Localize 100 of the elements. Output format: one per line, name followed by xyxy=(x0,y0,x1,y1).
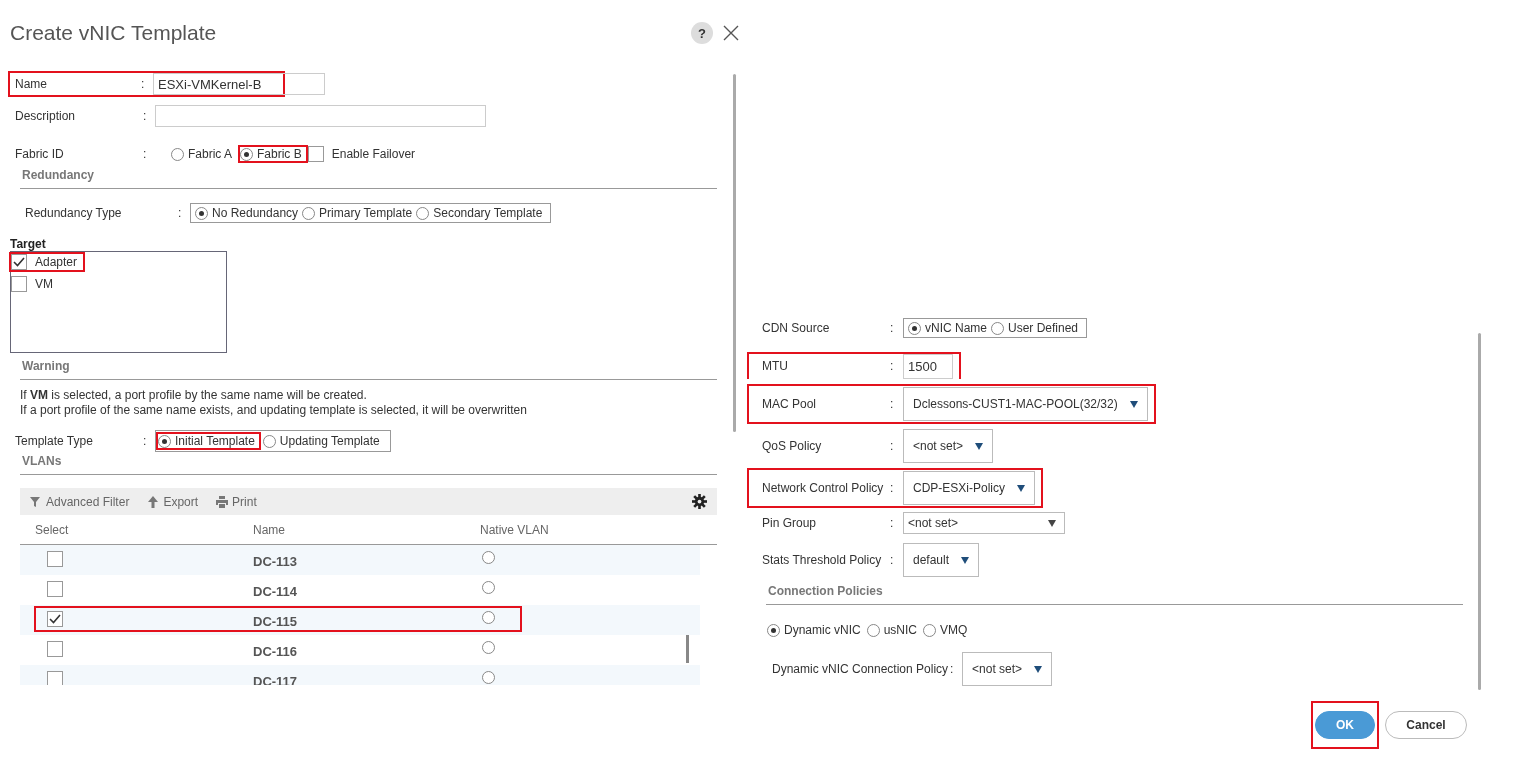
radio-button[interactable] xyxy=(991,321,1004,335)
field-label: MAC Pool xyxy=(761,397,818,411)
filter-icon xyxy=(30,495,42,508)
radio-button[interactable] xyxy=(767,623,780,637)
radio-button[interactable] xyxy=(482,611,495,624)
field-label: CDN Source xyxy=(761,321,831,335)
radio-button[interactable] xyxy=(171,147,184,161)
radio-label[interactable]: Fabric A xyxy=(188,147,232,161)
colon: : xyxy=(143,434,148,448)
scrollbar[interactable] xyxy=(733,74,736,432)
dropdown[interactable]: <not set> xyxy=(962,652,1053,686)
radio-button[interactable] xyxy=(482,641,495,654)
dropdown[interactable]: <not set> xyxy=(903,429,994,463)
radio-label[interactable]: No Redundancy xyxy=(212,206,299,220)
table-cell-text: DC-117 xyxy=(253,672,299,685)
dropdown[interactable]: Dclessons-CUST1-MAC-POOL(32/32) xyxy=(903,387,1148,421)
radio-button[interactable] xyxy=(482,551,495,564)
radio-button[interactable] xyxy=(195,206,208,220)
field-label: Pin Group xyxy=(761,516,818,530)
caret-icon xyxy=(975,442,984,450)
toolbar-button[interactable]: Advanced Filter xyxy=(30,494,130,509)
checkbox[interactable] xyxy=(11,254,27,270)
field-label: Redundancy Type xyxy=(24,206,123,220)
colon: : xyxy=(890,481,895,495)
radio-label[interactable]: User Defined xyxy=(1008,321,1079,335)
table-cell-text: DC-115 xyxy=(253,612,299,629)
radio-button[interactable] xyxy=(482,671,495,684)
field-label: QoS Policy xyxy=(761,439,823,453)
radio-label[interactable]: Initial Template xyxy=(175,434,255,448)
colon: : xyxy=(890,516,895,530)
colon: : xyxy=(890,359,895,373)
scrollbar[interactable] xyxy=(686,635,689,663)
checkbox[interactable] xyxy=(47,580,63,597)
arrow-up-icon xyxy=(147,495,160,508)
section-heading: Redundancy xyxy=(21,168,94,182)
scrollbar[interactable] xyxy=(1478,333,1481,690)
checkbox[interactable] xyxy=(47,670,63,685)
warning-text: If VM is selected, a port profile by the same name will be created. xyxy=(20,388,368,403)
radio-button[interactable] xyxy=(302,206,316,220)
field-label: Name xyxy=(14,77,48,91)
settings-icon[interactable] xyxy=(692,494,707,509)
colon: : xyxy=(178,206,183,220)
close-icon[interactable] xyxy=(723,25,739,41)
cancel-button[interactable]: Cancel xyxy=(1385,711,1467,739)
help-button[interactable]: ? xyxy=(691,22,713,44)
checkbox-label: Adapter xyxy=(35,255,78,269)
toolbar-button[interactable]: Export xyxy=(147,494,199,509)
checkbox[interactable] xyxy=(47,550,63,567)
name-field[interactable]: ESXi-VMKernel-B xyxy=(153,73,325,95)
colon: : xyxy=(143,109,148,123)
radio-label[interactable]: Fabric B xyxy=(257,147,302,161)
radio-button[interactable] xyxy=(416,206,430,220)
checkbox[interactable] xyxy=(11,276,27,292)
section-heading: Warning xyxy=(21,359,70,373)
dropdown[interactable]: <not set> xyxy=(903,512,1065,534)
caret-icon xyxy=(1129,400,1138,408)
colon: : xyxy=(890,321,895,335)
checkbox[interactable] xyxy=(47,611,63,627)
caret-icon xyxy=(1048,519,1056,527)
colon: : xyxy=(890,439,895,453)
checkbox-label: Enable Failover xyxy=(331,147,416,161)
mtu-field[interactable]: 1500 xyxy=(903,353,953,379)
table-cell-text: DC-114 xyxy=(253,582,299,599)
dropdown[interactable]: default xyxy=(903,543,980,577)
dialog-title: Create vNIC Template xyxy=(10,21,218,45)
radio-label[interactable]: usNIC xyxy=(883,623,918,637)
checkbox[interactable] xyxy=(47,640,63,657)
column-header: Select xyxy=(34,522,70,537)
colon: : xyxy=(950,662,955,676)
radio-button[interactable] xyxy=(866,623,880,637)
column-header: Native VLAN xyxy=(480,522,550,537)
radio-label[interactable]: Secondary Template xyxy=(433,206,543,220)
radio-label[interactable]: Dynamic vNIC xyxy=(784,623,861,637)
caret-icon xyxy=(961,556,970,564)
radio-button[interactable] xyxy=(240,147,253,161)
radio-button[interactable] xyxy=(158,434,171,448)
radio-label[interactable]: vNIC Name xyxy=(925,321,987,335)
radio-label[interactable]: Primary Template xyxy=(319,206,413,220)
radio-label[interactable]: VMQ xyxy=(940,623,968,637)
radio-button[interactable] xyxy=(923,623,937,637)
printer-icon xyxy=(216,495,229,508)
radio-button[interactable] xyxy=(908,321,921,335)
description-field[interactable] xyxy=(155,105,486,127)
section-heading: VLANs xyxy=(21,454,62,468)
checkbox-label: VM xyxy=(35,277,53,291)
field-label: Dynamic vNIC Connection Policy xyxy=(772,662,949,676)
target-heading: Target xyxy=(9,237,47,251)
field-label: Stats Threshold Policy xyxy=(761,553,883,567)
dropdown[interactable]: CDP-ESXi-Policy xyxy=(903,471,1035,505)
colon: : xyxy=(890,397,895,411)
colon: : xyxy=(141,77,146,91)
radio-label[interactable]: Updating Template xyxy=(279,434,380,448)
field-label: MTU xyxy=(761,359,789,373)
radio-button[interactable] xyxy=(482,581,495,594)
column-header: Name xyxy=(253,522,286,537)
field-label: Template Type xyxy=(14,434,94,448)
toolbar-button[interactable]: Print xyxy=(216,494,257,509)
caret-icon xyxy=(1034,665,1043,673)
radio-button[interactable] xyxy=(262,434,276,448)
field-label: Network Control Policy xyxy=(761,481,885,495)
